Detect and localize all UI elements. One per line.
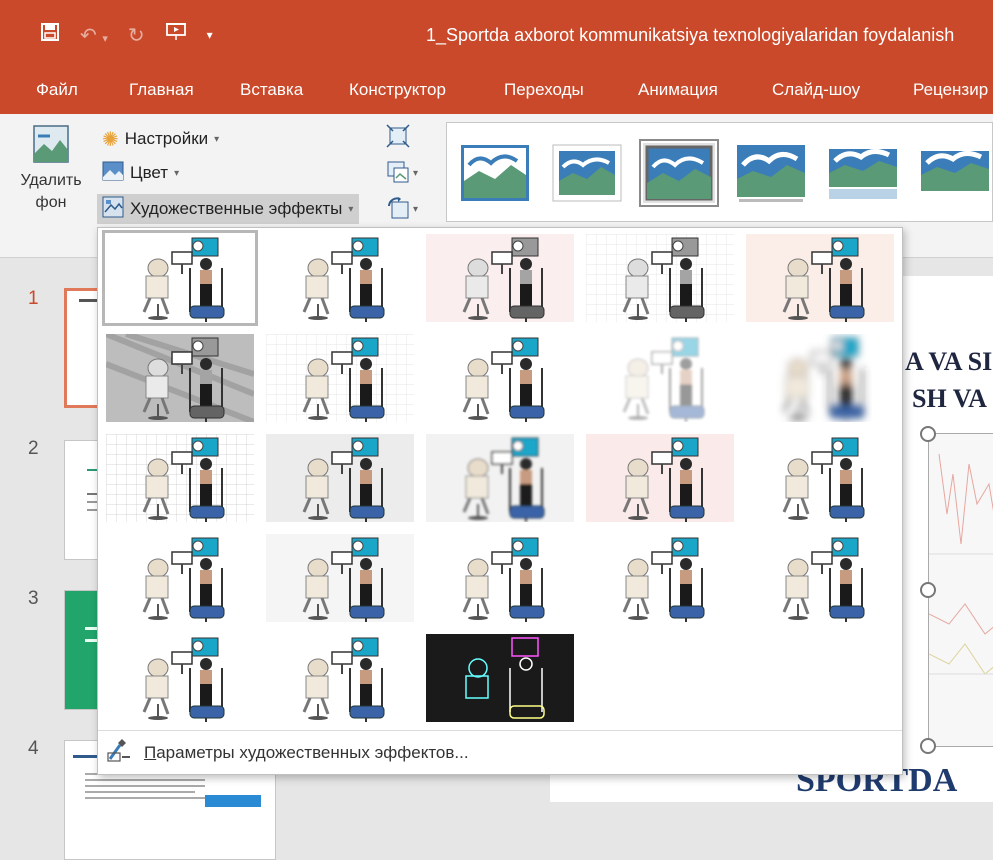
slide-number: 2 [28,438,39,459]
artistic-effect-chalk[interactable] [746,234,894,322]
picture-style-1[interactable] [459,143,531,203]
artistic-effects-gallery: Параметры художественных эффектов... [97,227,903,775]
artistic-effect-glass[interactable] [106,534,254,622]
artistic-effect-pastel[interactable] [266,334,414,422]
tab-transitions[interactable]: Переходы [504,80,584,100]
ribbon-tabs: Файл Главная Вставка Конструктор Переход… [0,66,993,114]
artistic-effect-photocopy[interactable] [586,434,734,522]
sun-icon: ✺ [102,128,119,151]
color-picture-icon [102,161,124,186]
tab-animations[interactable]: Анимация [638,80,718,100]
reset-picture-icon [386,196,410,223]
artistic-effect-plastic[interactable] [106,634,254,722]
tab-review[interactable]: Рецензир [913,80,988,100]
color-button[interactable]: Цвет ▾ [102,158,179,188]
chevron-down-icon: ▾ [174,167,180,179]
undo-icon[interactable]: ↶ ▾ [80,23,108,48]
picture-style-5[interactable] [827,143,899,203]
artistic-effects-options-icon [106,738,132,768]
artistic-effects-options-label: Параметры художественных эффектов... [144,743,469,762]
corrections-button[interactable]: ✺ Настройки ▾ [102,124,219,154]
artistic-effect-crisscross[interactable] [266,534,414,622]
remove-background-button[interactable]: Удалить фон [10,124,92,214]
title-bar: ↶ ▾ ↻ ▾ 1_Sportda axborot kommunikatsiya… [0,0,993,66]
artistic-effect-mosaic[interactable] [746,434,894,522]
compress-pictures-button[interactable] [386,122,432,152]
artistic-effect-sponge[interactable] [586,534,734,622]
artistic-effect-blur[interactable] [746,334,894,422]
picture-style-6[interactable] [919,143,991,203]
artistic-effect-pencil[interactable] [426,234,574,322]
picture-style-2[interactable] [551,143,623,203]
resize-handle[interactable] [920,426,936,442]
compress-pictures-icon [386,123,410,151]
quick-access-toolbar: ↶ ▾ ↻ ▾ [40,22,213,48]
slide-title-line-2: SH VA [912,384,987,413]
artistic-effect-graypencil[interactable] [106,334,254,422]
artistic-effect-marker[interactable] [266,234,414,322]
artistic-effect-grid[interactable] [106,434,254,522]
picture-style-3[interactable] [639,139,719,207]
slide-title-line-1: A VA SI [905,347,993,376]
tab-slideshow[interactable]: Слайд-шоу [772,80,860,100]
artistic-effect-softlight[interactable] [586,334,734,422]
artistic-effect-cement[interactable] [426,534,574,622]
tab-file[interactable]: Файл [36,80,78,100]
artistic-effects-button[interactable]: Художественные эффекты ▾ [97,194,360,224]
customize-qat-icon[interactable]: ▾ [207,28,213,42]
reset-picture-button[interactable]: ▾ [386,194,432,224]
artistic-effect-none[interactable] [102,230,258,326]
picture-styles-gallery [446,122,993,222]
slide-number: 4 [28,738,39,759]
redo-icon[interactable]: ↻ [128,23,145,48]
separator [98,730,902,731]
document-title: 1_Sportda axborot kommunikatsiya texnolo… [426,25,955,45]
artistic-effects-icon [102,196,124,223]
slide-number: 1 [28,288,39,309]
resize-handle[interactable] [920,738,936,754]
save-icon[interactable] [40,22,60,48]
picture-style-4[interactable] [735,143,807,203]
change-picture-button[interactable]: ▾ [386,158,432,188]
tab-home[interactable]: Главная [129,80,194,100]
artistic-effect-pastelsmooth[interactable] [426,434,574,522]
chevron-down-icon: ▾ [214,133,220,145]
chevron-down-icon: ▾ [413,167,419,179]
artistic-effect-film[interactable] [746,534,894,622]
artistic-effect-grain[interactable] [266,434,414,522]
slide-number: 3 [28,588,39,609]
present-from-start-icon[interactable] [165,22,187,48]
tab-design[interactable]: Конструктор [349,80,446,100]
change-picture-icon [386,160,410,187]
chevron-down-icon: ▾ [413,203,419,215]
chevron-down-icon: ▾ [348,203,354,215]
artistic-effect-linedraw[interactable] [586,234,734,322]
remove-background-icon [32,124,70,164]
artistic-effect-paintbrush[interactable] [266,634,414,722]
artistic-effect-glow[interactable] [426,634,574,722]
selected-picture[interactable] [928,433,993,747]
artistic-effect-smudge[interactable] [426,334,574,422]
artistic-effects-options-button[interactable]: Параметры художественных эффектов... [106,738,469,768]
tab-insert[interactable]: Вставка [240,80,303,100]
resize-handle[interactable] [920,582,936,598]
